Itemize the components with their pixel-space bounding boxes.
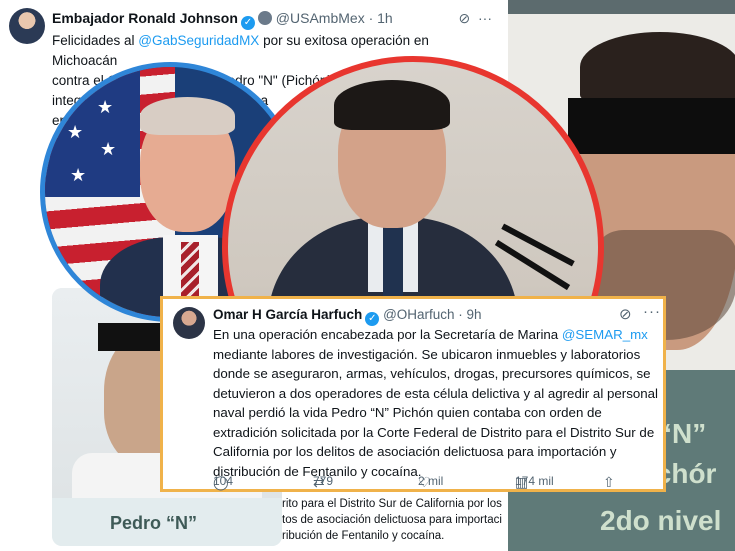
grok-icon[interactable]: ⊘ <box>458 10 470 26</box>
star-icon: ★ <box>67 122 84 142</box>
image-caption: Pedro “N” <box>52 498 282 546</box>
verified-icon: ✓ <box>365 312 380 326</box>
text-segment: En una operación encabezada por la Secre… <box>213 327 562 342</box>
fragment-line: ribución de Fentanilo y cocaína. <box>282 530 445 542</box>
hair-shape <box>140 97 235 135</box>
verified-icon: ✓ <box>240 16 255 30</box>
more-icon[interactable]: ··· <box>643 303 661 320</box>
overlay-text-3: 2do nivel <box>600 505 722 536</box>
ambassador-name[interactable]: Embajador Ronald Johnson <box>52 10 238 26</box>
hair-shape <box>334 80 450 130</box>
tweet-header: Omar H García Harfuch ✓ @OHarfuch · 9h <box>213 307 482 326</box>
cropped-text-fragment: rito para el Distrito Sur de California … <box>282 496 508 544</box>
harfuch-tweet-card[interactable]: Omar H García Harfuch ✓ @OHarfuch · 9h ⊘ … <box>160 296 666 492</box>
text-segment: mediante labores de investigación. Se ub… <box>213 346 658 479</box>
background-tweet-actions: ⊘ ··· <box>458 10 492 27</box>
mention-link[interactable]: @GabSeguridadMX <box>138 33 259 48</box>
tweet-text: En una operación encabezada por la Secre… <box>213 325 658 481</box>
star-icon: ★ <box>65 82 82 102</box>
background-tweet-header: Embajador Ronald Johnson ✓ @USAmbMex · 1h <box>52 10 393 30</box>
ambassador-avatar[interactable] <box>9 8 45 44</box>
eye-censor-bar <box>568 98 735 154</box>
more-icon[interactable]: ··· <box>478 10 492 26</box>
star-icon: ★ <box>97 97 114 117</box>
like-count: 2 mil <box>418 474 444 488</box>
fragment-line: rito para el Distrito Sur de California … <box>282 498 502 510</box>
share-icon: ⇧ <box>603 474 615 490</box>
suspect-hair <box>580 32 735 102</box>
photo-top-bar <box>508 0 735 14</box>
view-count: 174 mil <box>515 474 554 488</box>
mention-link[interactable]: @SEMAR_mx <box>562 327 648 342</box>
grok-icon[interactable]: ⊘ <box>619 305 632 323</box>
us-flag-canton: ★ ★ ★ ★ ★ <box>45 67 140 197</box>
microphone-icon <box>501 223 575 267</box>
tie-shape <box>383 220 403 300</box>
repost-count: 779 <box>313 474 334 488</box>
harfuch-avatar[interactable] <box>173 307 205 339</box>
star-icon: ★ <box>100 139 117 159</box>
fragment-line: tos de asociación delictuosa para import… <box>282 514 502 526</box>
reply-count: 104 <box>213 474 234 488</box>
star-icon: ★ <box>70 165 87 185</box>
author-handle[interactable]: @OHarfuch · 9h <box>383 307 482 322</box>
author-name[interactable]: Omar H García Harfuch <box>213 307 362 322</box>
text-segment: Felicidades al <box>52 33 139 48</box>
ambassador-handle[interactable]: @USAmbMex · 1h <box>276 10 393 26</box>
government-seal-icon <box>257 11 272 25</box>
